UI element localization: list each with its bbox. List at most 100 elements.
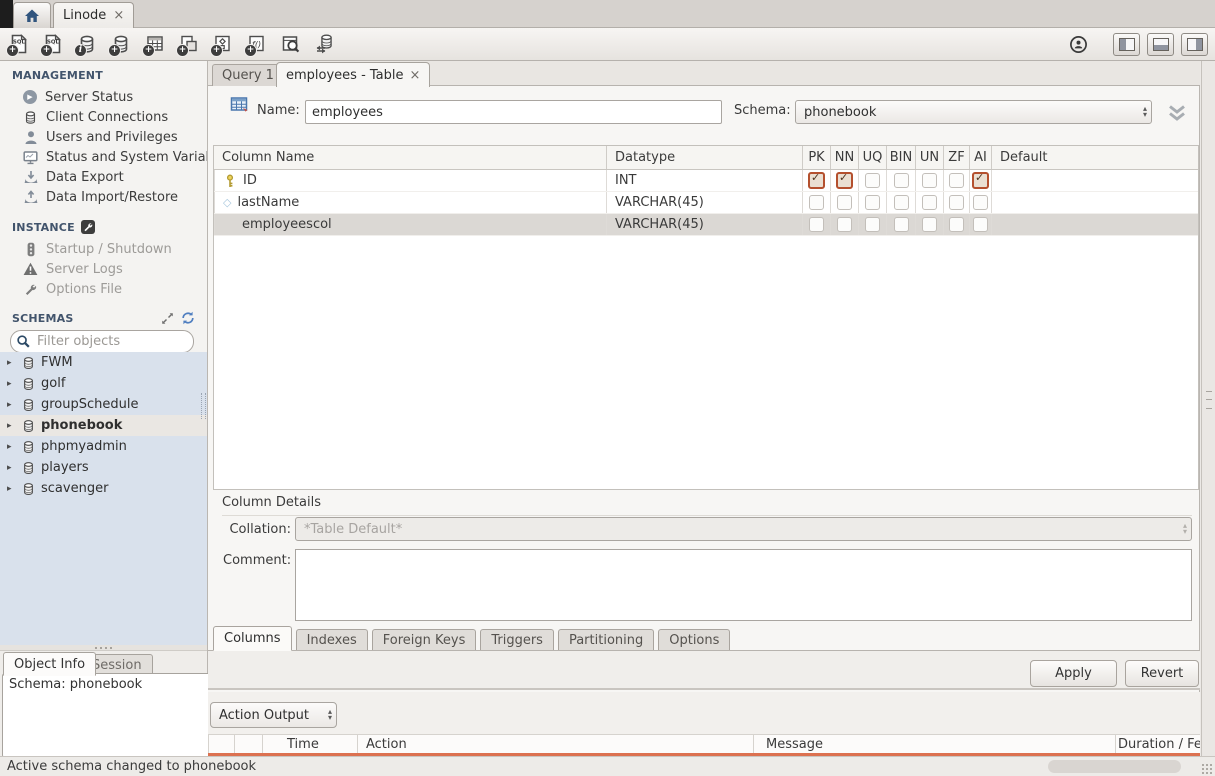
zf-checkbox[interactable] bbox=[949, 217, 964, 232]
bin-checkbox[interactable] bbox=[894, 173, 909, 188]
revert-button[interactable]: Revert bbox=[1125, 660, 1199, 687]
toggle-right-sidebar-button[interactable] bbox=[1181, 33, 1208, 56]
schema-select[interactable]: phonebook ▴▾ bbox=[795, 100, 1152, 124]
bin-checkbox[interactable] bbox=[894, 217, 909, 232]
mysql-workbench-window: Linode × MANAGEMENT ▶ Server Status C bbox=[0, 0, 1215, 776]
bin-checkbox[interactable] bbox=[894, 195, 909, 210]
nn-checkbox[interactable] bbox=[837, 195, 852, 210]
create-view-button[interactable] bbox=[173, 30, 207, 58]
schema-filter-input[interactable] bbox=[35, 333, 188, 350]
zf-checkbox[interactable] bbox=[949, 173, 964, 188]
schema-item-groupschedule[interactable]: ▸ groupSchedule bbox=[0, 394, 207, 415]
create-stored-procedure-button[interactable] bbox=[207, 30, 241, 58]
table-name-input[interactable] bbox=[305, 100, 722, 124]
ai-checkbox[interactable] bbox=[973, 195, 988, 210]
expander-icon[interactable]: ▸ bbox=[7, 379, 16, 389]
horizontal-scrollbar[interactable] bbox=[1048, 760, 1181, 773]
splitter-grip[interactable] bbox=[1206, 391, 1212, 409]
sidebar-item-users-privileges[interactable]: Users and Privileges bbox=[0, 127, 207, 147]
schema-item-golf[interactable]: ▸ golf bbox=[0, 373, 207, 394]
window-resize-grip[interactable] bbox=[1201, 763, 1213, 775]
un-checkbox[interactable] bbox=[922, 217, 937, 232]
toggle-left-sidebar-button[interactable] bbox=[1113, 33, 1140, 56]
subtab-triggers[interactable]: Triggers bbox=[480, 629, 554, 650]
expander-icon[interactable]: ▸ bbox=[7, 358, 16, 368]
expand-header-button[interactable] bbox=[1162, 101, 1192, 125]
create-schema-button[interactable] bbox=[105, 30, 139, 58]
sidebar-item-server-status[interactable]: ▶ Server Status bbox=[0, 87, 207, 107]
subtab-options[interactable]: Options bbox=[658, 629, 730, 650]
schema-icon bbox=[22, 440, 35, 454]
expander-icon[interactable]: ▸ bbox=[7, 400, 16, 410]
column-details-title: Column Details bbox=[222, 495, 1192, 516]
spinner-icon[interactable]: ▴▾ bbox=[322, 709, 332, 721]
right-panel-splitter[interactable] bbox=[1201, 61, 1215, 756]
sidebar-item-server-logs[interactable]: Server Logs bbox=[0, 259, 207, 279]
reconnect-dbms-button[interactable] bbox=[309, 30, 343, 58]
search-table-data-button[interactable] bbox=[275, 30, 309, 58]
nn-checkbox[interactable] bbox=[836, 172, 853, 189]
expand-schemas-icon[interactable] bbox=[161, 312, 174, 325]
sidebar-item-options-file[interactable]: Options File bbox=[0, 279, 207, 299]
zf-checkbox[interactable] bbox=[949, 195, 964, 210]
column-row-id[interactable]: ID INT bbox=[214, 170, 1198, 192]
schema-item-phonebook[interactable]: ▸ phonebook bbox=[0, 415, 207, 436]
close-tab-icon[interactable]: × bbox=[113, 8, 124, 23]
subtab-columns[interactable]: Columns bbox=[213, 626, 292, 651]
management-section-title: MANAGEMENT bbox=[12, 69, 207, 82]
schema-item-players[interactable]: ▸ players bbox=[0, 457, 207, 478]
expander-icon[interactable]: ▸ bbox=[7, 463, 16, 473]
expander-icon[interactable]: ▸ bbox=[7, 442, 16, 452]
data-import-icon bbox=[23, 190, 38, 205]
collation-select[interactable]: *Table Default* ▴▾ bbox=[295, 517, 1192, 541]
home-tab[interactable] bbox=[13, 2, 51, 28]
column-row-lastname[interactable]: ◇lastName VARCHAR(45) bbox=[214, 192, 1198, 214]
sidebar-item-status-system-variables[interactable]: Status and System Variables bbox=[0, 147, 207, 167]
expander-icon[interactable]: ▸ bbox=[7, 484, 16, 494]
schema-item-phpmyadmin[interactable]: ▸ phpmyadmin bbox=[0, 436, 207, 457]
nn-checkbox[interactable] bbox=[837, 217, 852, 232]
apply-button[interactable]: Apply bbox=[1030, 660, 1117, 687]
un-checkbox[interactable] bbox=[922, 173, 937, 188]
toggle-bottom-panel-button[interactable] bbox=[1147, 33, 1174, 56]
new-sql-tab-button[interactable] bbox=[3, 30, 37, 58]
object-info-panel: Object Info Session Schema: phonebook bbox=[0, 645, 208, 756]
output-panel-select[interactable]: Action Output ▴▾ bbox=[210, 702, 337, 728]
horizontal-splitter[interactable] bbox=[0, 645, 207, 651]
column-row-employeescol[interactable]: employeescol VARCHAR(45) bbox=[214, 214, 1198, 236]
sidebar-item-startup-shutdown[interactable]: Startup / Shutdown bbox=[0, 239, 207, 259]
open-sql-script-button[interactable] bbox=[37, 30, 71, 58]
name-label: Name: bbox=[257, 103, 300, 118]
schema-item-scavenger[interactable]: ▸ scavenger bbox=[0, 478, 207, 499]
schema-item-fwm[interactable]: ▸ FWM bbox=[0, 352, 207, 373]
uq-checkbox[interactable] bbox=[865, 195, 880, 210]
sidebar-item-data-export[interactable]: Data Export bbox=[0, 167, 207, 187]
pk-checkbox[interactable] bbox=[809, 195, 824, 210]
sidebar-item-client-connections[interactable]: Client Connections bbox=[0, 107, 207, 127]
comment-textarea[interactable] bbox=[295, 549, 1192, 621]
connection-tab-linode[interactable]: Linode × bbox=[53, 2, 134, 28]
pk-checkbox[interactable] bbox=[809, 217, 824, 232]
ai-checkbox[interactable] bbox=[972, 172, 989, 189]
subtab-partitioning[interactable]: Partitioning bbox=[558, 629, 654, 650]
data-export-icon bbox=[23, 170, 38, 185]
subtab-foreign-keys[interactable]: Foreign Keys bbox=[372, 629, 477, 650]
uq-checkbox[interactable] bbox=[865, 173, 880, 188]
create-table-button[interactable] bbox=[139, 30, 173, 58]
create-function-button[interactable] bbox=[241, 30, 275, 58]
sidebar-scrollbar[interactable] bbox=[201, 393, 206, 419]
un-checkbox[interactable] bbox=[922, 195, 937, 210]
close-tab-icon[interactable]: × bbox=[410, 68, 421, 83]
uq-checkbox[interactable] bbox=[865, 217, 880, 232]
subtab-indexes[interactable]: Indexes bbox=[296, 629, 368, 650]
expander-icon[interactable]: ▸ bbox=[7, 421, 16, 431]
tab-employees-table[interactable]: employees - Table × bbox=[276, 62, 430, 87]
spinner-icon[interactable]: ▴▾ bbox=[1137, 106, 1147, 118]
ai-checkbox[interactable] bbox=[973, 217, 988, 232]
schema-inspector-button[interactable] bbox=[71, 30, 105, 58]
refresh-schemas-icon[interactable] bbox=[181, 311, 195, 325]
sidebar-item-data-import[interactable]: Data Import/Restore bbox=[0, 187, 207, 207]
navigator-sidebar: MANAGEMENT ▶ Server Status Client Connec… bbox=[0, 61, 208, 645]
pk-checkbox[interactable] bbox=[808, 172, 825, 189]
tab-object-info[interactable]: Object Info bbox=[3, 652, 96, 676]
